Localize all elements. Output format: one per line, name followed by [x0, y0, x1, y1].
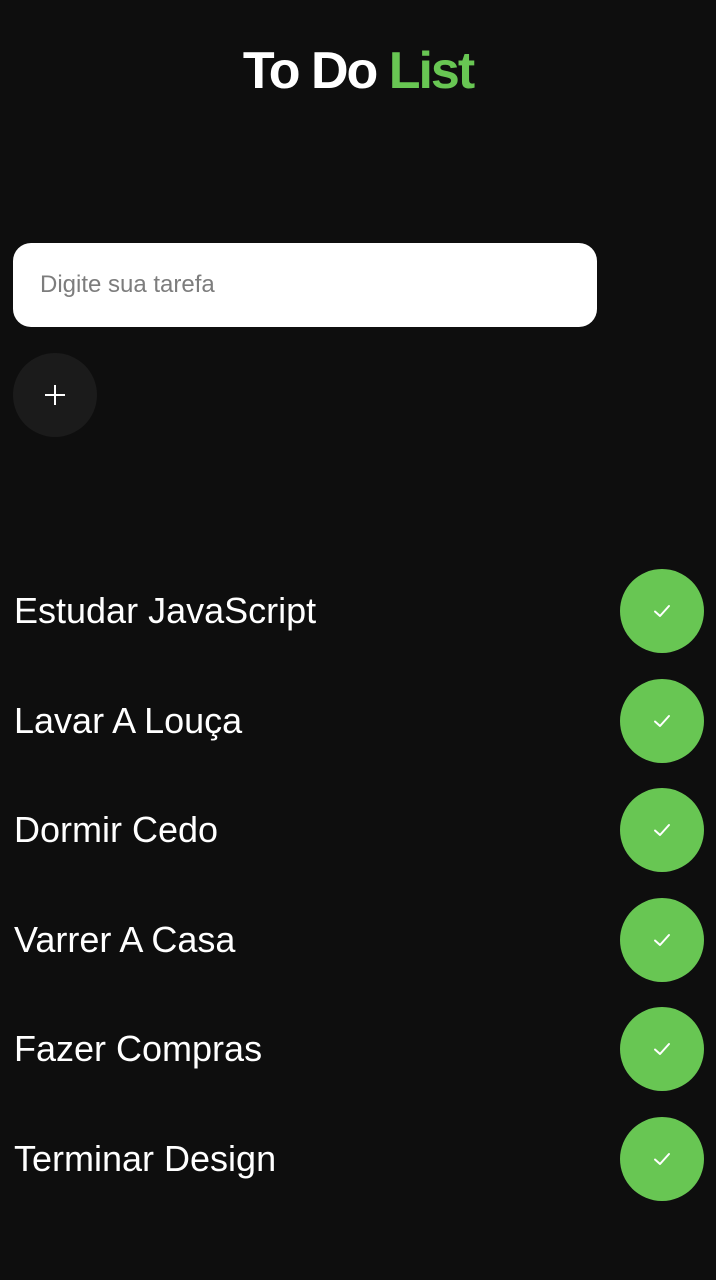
complete-task-button[interactable]: [620, 788, 704, 873]
app-title-main: To Do: [242, 42, 378, 100]
complete-task-button[interactable]: [620, 1116, 704, 1201]
complete-task-button[interactable]: [620, 678, 704, 763]
task-input[interactable]: [13, 243, 597, 327]
app-title-accent: List: [388, 42, 475, 100]
app-title: To Do List: [0, 40, 716, 102]
task-label: Fazer Compras: [14, 1028, 263, 1070]
complete-task-button[interactable]: [620, 569, 704, 653]
check-icon: [654, 1043, 670, 1056]
task-item: Dormir Cedo: [0, 788, 716, 898]
check-icon: [654, 714, 670, 727]
task-item: Fazer Compras: [0, 1007, 716, 1117]
task-item: Lavar A Louça: [0, 678, 716, 789]
task-label: Terminar Design: [14, 1137, 277, 1179]
task-label: Varrer A Casa: [14, 918, 236, 960]
task-label: Dormir Cedo: [14, 809, 219, 851]
task-item: Estudar JavaScript: [0, 569, 716, 679]
task-label: Lavar A Louça: [14, 699, 243, 741]
check-icon: [654, 605, 670, 617]
check-icon: [654, 824, 670, 837]
complete-task-button[interactable]: [620, 897, 704, 982]
check-icon: [654, 933, 670, 946]
task-list: Estudar JavaScript Lavar A Louça Dormir …: [0, 569, 716, 1227]
task-item: Varrer A Casa: [0, 897, 716, 1008]
task-item: Terminar Design: [0, 1116, 716, 1227]
add-task-button[interactable]: [13, 353, 97, 437]
check-icon: [654, 1152, 670, 1165]
complete-task-button[interactable]: [620, 1007, 704, 1092]
plus-icon: [45, 385, 65, 405]
task-label: Estudar JavaScript: [14, 590, 317, 631]
